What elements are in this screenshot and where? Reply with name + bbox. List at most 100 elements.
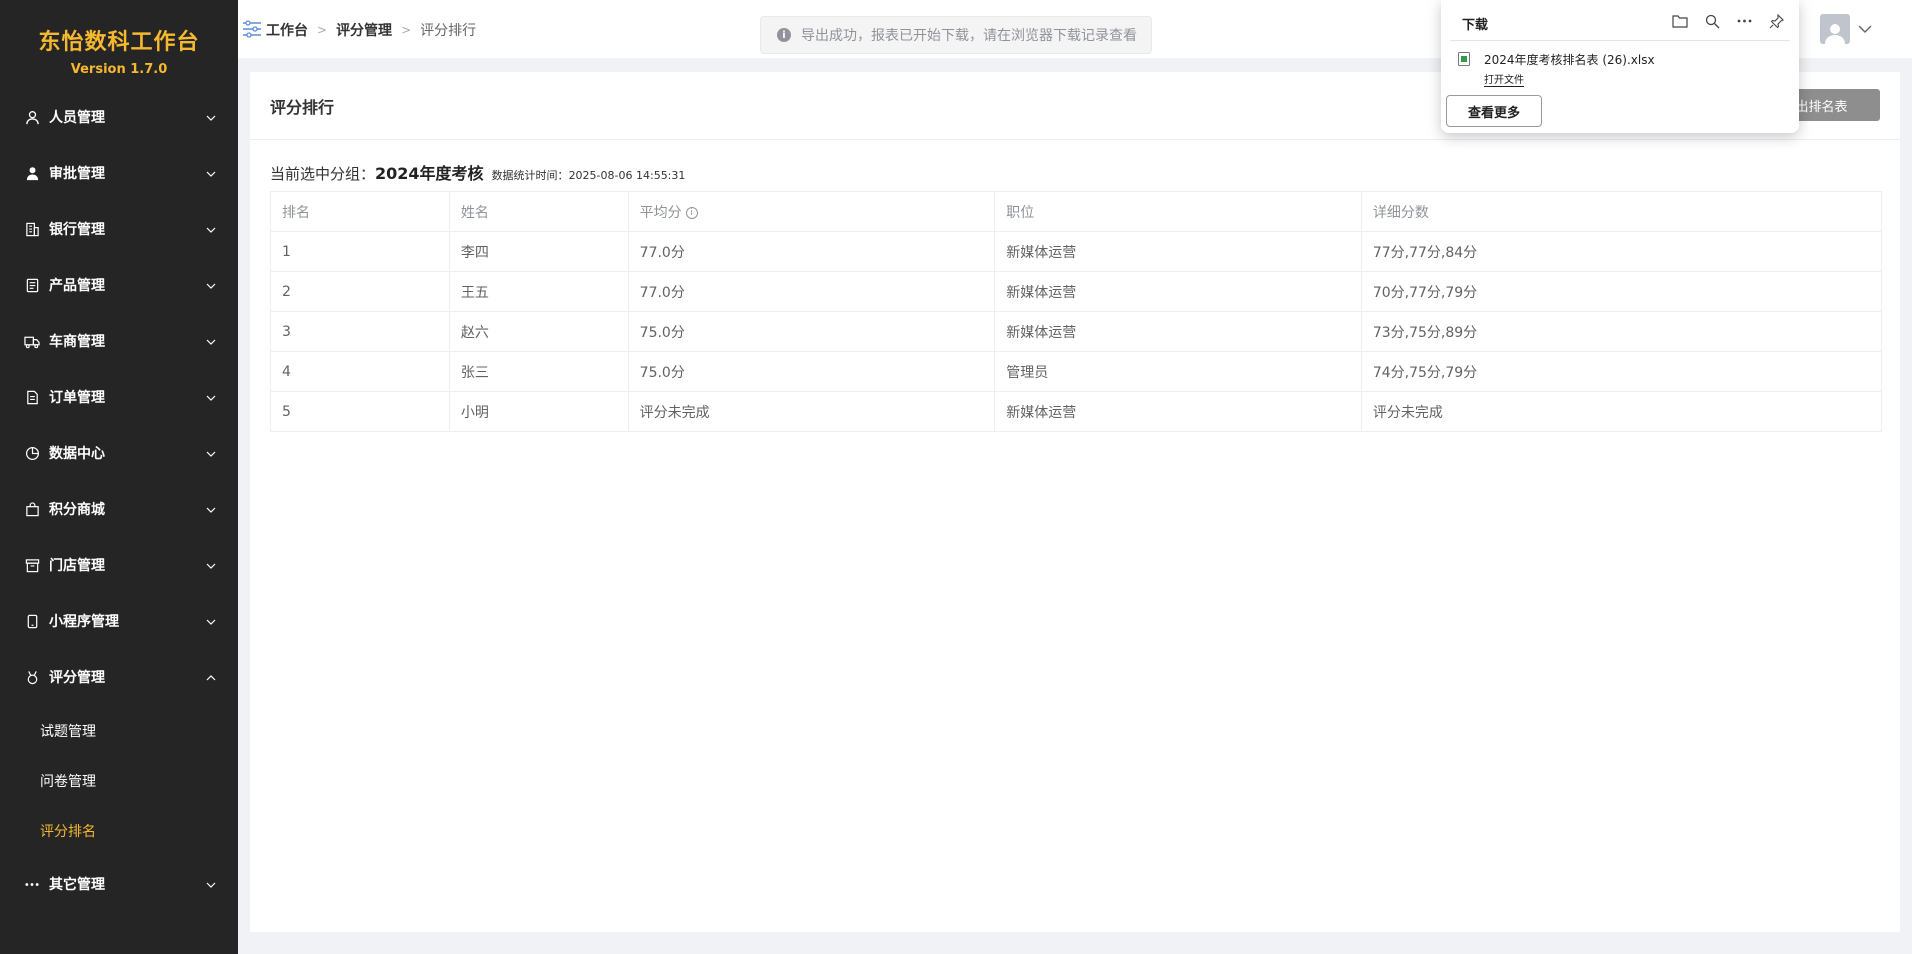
cell-rank: 5	[270, 391, 450, 432]
cell-rank: 1	[270, 231, 450, 272]
submenu-item-questionnaire[interactable]: 问卷管理	[0, 756, 238, 806]
open-file-link[interactable]: 打开文件	[1484, 71, 1524, 87]
sidebar-item-order[interactable]: 订单管理	[0, 369, 238, 425]
stat-time: 2025-08-06 14:55:31	[568, 169, 686, 182]
view-more-button[interactable]: 查看更多	[1446, 95, 1542, 127]
cell-average: 75.0分	[627, 311, 996, 352]
brand-version: Version 1.7.0	[70, 62, 168, 77]
sidebar-item-points-mall[interactable]: 积分商城	[0, 481, 238, 537]
building-icon	[24, 221, 40, 237]
sidebar-item-bank[interactable]: 银行管理	[0, 201, 238, 257]
cell-detail: 77分,77分,84分	[1360, 231, 1883, 272]
search-icon[interactable]	[1703, 12, 1721, 30]
chevron-down-icon	[206, 447, 216, 463]
cell-name: 小明	[448, 391, 629, 432]
sidebar-item-label: 车商管理	[49, 334, 105, 350]
info-icon[interactable]: i	[685, 206, 698, 219]
chevron-right-icon: >	[401, 23, 412, 37]
chevron-down-icon	[206, 503, 216, 519]
chevron-down-icon	[206, 615, 216, 631]
export-success-toast: i 导出成功，报表已开始下载，请在浏览器下载记录查看	[760, 16, 1152, 54]
sidebar-item-label: 其它管理	[49, 877, 105, 893]
sidebar-item-label: 门店管理	[49, 558, 105, 574]
more-options-icon[interactable]	[1735, 12, 1753, 30]
group-label: 当前选中分组：	[270, 165, 376, 183]
sidebar-item-data-center[interactable]: 数据中心	[0, 425, 238, 481]
column-header-detail: 详细分数	[1360, 191, 1883, 232]
order-icon	[24, 389, 40, 405]
truck-icon	[24, 333, 40, 349]
table-row: 5 小明 评分未完成 新媒体运营 评分未完成	[270, 391, 1883, 432]
cell-position: 管理员	[994, 351, 1362, 392]
cell-average: 77.0分	[627, 271, 996, 312]
table-row: 3 赵六 75.0分 新媒体运营 73分,75分,89分	[270, 311, 1883, 352]
download-filename[interactable]: 2024年度考核排名表 (26).xlsx	[1484, 51, 1655, 68]
cell-detail: 74分,75分,79分	[1360, 351, 1883, 392]
table-row: 2 王五 77.0分 新媒体运营 70分,77分,79分	[270, 271, 1883, 312]
breadcrumb: 工作台 > 评分管理 > 评分排行	[266, 20, 476, 40]
chevron-down-icon	[206, 335, 216, 351]
sidebar-item-label: 积分商城	[49, 502, 105, 518]
sidebar-item-store[interactable]: 门店管理	[0, 537, 238, 593]
cell-average: 77.0分	[627, 231, 996, 272]
sidebar-item-approval[interactable]: 审批管理	[0, 145, 238, 201]
chevron-down-icon	[206, 223, 216, 239]
document-icon	[24, 277, 40, 293]
sidebar-item-label: 订单管理	[49, 390, 105, 406]
toast-text: 导出成功，报表已开始下载，请在浏览器下载记录查看	[801, 28, 1137, 44]
column-header-average-label: 平均分	[639, 204, 682, 221]
sidebar-item-label: 银行管理	[49, 222, 105, 238]
cell-rank: 2	[270, 271, 450, 312]
download-panel-title: 下载	[1462, 18, 1489, 33]
cell-detail: 70分,77分,79分	[1360, 271, 1883, 312]
breadcrumb-current: 评分排行	[420, 23, 477, 39]
group-name: 2024年度考核	[375, 164, 484, 183]
user-icon	[24, 109, 40, 125]
sidebar-item-people[interactable]: 人员管理	[0, 89, 238, 145]
column-header-average: 平均分 i	[627, 191, 996, 232]
chevron-down-icon	[206, 279, 216, 295]
sidebar-item-scoring[interactable]: 评分管理	[0, 649, 238, 705]
cell-name: 李四	[448, 231, 629, 272]
cell-position: 新媒体运营	[994, 231, 1362, 272]
avatar[interactable]	[1820, 14, 1850, 44]
ranking-card: 评分排行 导出排名表 当前选中分组： 2024年度考核 数据统计时间： 2025…	[250, 72, 1900, 932]
cell-position: 新媒体运营	[994, 311, 1362, 352]
time-label: 数据统计时间：	[491, 169, 569, 182]
chevron-down-icon[interactable]	[1858, 22, 1872, 38]
chevron-down-icon	[206, 111, 216, 127]
breadcrumb-home[interactable]: 工作台	[266, 20, 308, 40]
sidebar-item-other[interactable]: 其它管理	[0, 856, 238, 912]
cell-name: 张三	[448, 351, 629, 392]
chevron-down-icon	[206, 878, 216, 894]
submenu-item-questions[interactable]: 试题管理	[0, 706, 238, 756]
sidebar-toggle-icon[interactable]	[242, 20, 262, 42]
cell-position: 新媒体运营	[994, 391, 1362, 432]
folder-icon[interactable]	[1671, 12, 1689, 30]
ranking-table: 排名 姓名 平均分 i 职位 详细分数 1 李四 77.0分 新媒体运营 77分,…	[270, 191, 1883, 432]
brand: 东怡数科工作台 Version 1.7.0	[0, 0, 238, 100]
cell-average: 评分未完成	[627, 391, 996, 432]
table-row: 1 李四 77.0分 新媒体运营 77分,77分,84分	[270, 231, 1883, 272]
table-header-row: 排名 姓名 平均分 i 职位 详细分数	[270, 191, 1883, 232]
table-row: 4 张三 75.0分 管理员 74分,75分,79分	[270, 351, 1883, 392]
info-icon: i	[777, 28, 791, 42]
brand-title: 东怡数科工作台	[38, 30, 200, 55]
pin-icon[interactable]	[1767, 12, 1785, 30]
sidebar-item-label: 产品管理	[49, 278, 105, 294]
medal-icon	[24, 669, 40, 685]
sidebar-item-miniprogram[interactable]: 小程序管理	[0, 593, 238, 649]
cell-detail: 73分,75分,89分	[1360, 311, 1883, 352]
cell-rank: 4	[270, 351, 450, 392]
sidebar-item-product[interactable]: 产品管理	[0, 257, 238, 313]
submenu-item-score-ranking[interactable]: 评分排名	[0, 806, 238, 856]
sidebar-item-dealer[interactable]: 车商管理	[0, 313, 238, 369]
person-solid-icon	[24, 165, 40, 181]
breadcrumb-parent[interactable]: 评分管理	[336, 20, 392, 40]
excel-file-icon	[1458, 52, 1470, 66]
download-toolbar	[1671, 12, 1785, 30]
store-box-icon	[24, 557, 40, 573]
cell-name: 赵六	[448, 311, 629, 352]
chevron-up-icon	[206, 671, 216, 687]
shopping-bag-icon	[24, 501, 40, 517]
